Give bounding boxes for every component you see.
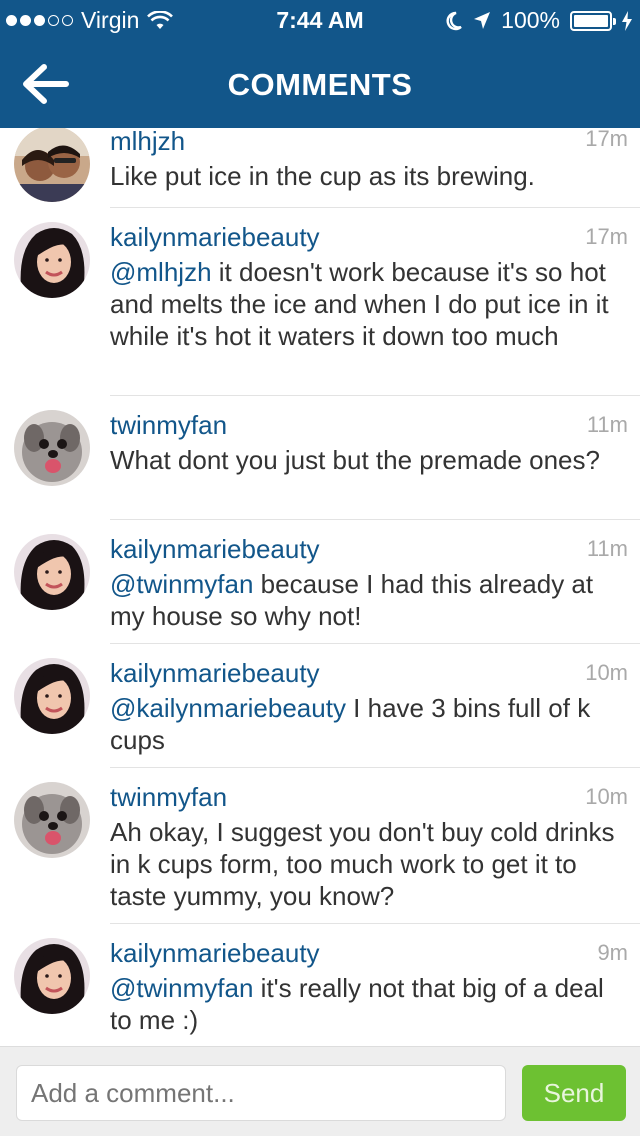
comment-mention[interactable]: @kailynmariebeauty [110,693,346,723]
avatar[interactable] [14,938,90,1014]
avatar-woman-photo-icon [14,222,90,298]
comment-text: Ah okay, I suggest you don't buy cold dr… [110,816,630,912]
comment-body: Ah okay, I suggest you don't buy cold dr… [110,817,615,911]
comment-username[interactable]: kailynmariebeauty [110,658,320,689]
navigation-bar: COMMENTS [0,40,640,128]
comment-username[interactable]: kailynmariebeauty [110,938,320,969]
avatar-couple-photo-icon [14,128,90,202]
comment-mention[interactable]: @twinmyfan [110,569,253,599]
comment-item: twinmyfan 10m Ah okay, I suggest you don… [0,768,640,924]
charging-bolt-icon [622,10,632,31]
battery-percent: 100% [501,7,560,33]
comment-time: 17m [585,128,628,151]
comment-body: What dont you just but the premade ones? [110,445,600,475]
avatar-woman-photo-icon [14,658,90,734]
comment-item: kailynmariebeauty 10m @kailynmariebeauty… [0,644,640,768]
avatar[interactable] [14,658,90,734]
comment-mention[interactable]: @mlhjzh [110,257,212,287]
avatar[interactable] [14,410,90,486]
page-title: COMMENTS [227,67,413,102]
status-bar: Virgin 7:44 AM 100% [0,0,640,40]
comment-time: 9m [597,940,628,965]
comment-body: Like put ice in the cup as its brewing. [110,161,535,191]
avatar-dog-photo-icon [14,410,90,486]
comment-text: @twinmyfan it's really not that big of a… [110,972,630,1036]
battery-icon [570,10,616,31]
comment-text: @twinmyfan because I had this already at… [110,568,630,632]
status-bar-right: 100% [445,7,632,34]
comment-text: @mlhjzh it doesn't work because it's so … [110,256,630,352]
comment-composer: Send [0,1046,640,1136]
avatar-dog-photo-icon [14,782,90,858]
comment-time: 10m [585,784,628,809]
avatar-woman-photo-icon [14,534,90,610]
comment-item: kailynmariebeauty 9m @twinmyfan it's rea… [0,924,640,1046]
comment-item: twinmyfan 11m What dont you just but the… [0,396,640,520]
avatar-woman-photo-icon [14,938,90,1014]
comment-text: What dont you just but the premade ones? [110,444,630,476]
comment-item: kailynmariebeauty 11m @twinmyfan because… [0,520,640,644]
send-button[interactable]: Send [522,1065,626,1121]
comment-username[interactable]: kailynmariebeauty [110,222,320,253]
comment-username[interactable]: twinmyfan [110,782,227,813]
comment-input[interactable] [16,1065,506,1121]
comment-username[interactable]: mlhjzh [110,128,185,157]
comment-text: @kailynmariebeauty I have 3 bins full of… [110,692,630,756]
comment-username[interactable]: kailynmariebeauty [110,534,320,565]
comment-time: 11m [586,536,628,561]
comment-username[interactable]: twinmyfan [110,410,227,441]
comment-item: mlhjzh 17m Like put ice in the cup as it… [0,128,640,208]
comment-time: 17m [585,224,628,249]
comment-mention[interactable]: @twinmyfan [110,973,253,1003]
avatar[interactable] [14,534,90,610]
comment-item: kailynmariebeauty 17m @mlhjzh it doesn't… [0,208,640,396]
comment-list[interactable]: mlhjzh 17m Like put ice in the cup as it… [0,128,640,1046]
avatar[interactable] [14,222,90,298]
location-arrow-icon [474,11,491,29]
moon-icon [446,11,462,30]
avatar[interactable] [14,128,90,202]
avatar[interactable] [14,782,90,858]
comment-text: Like put ice in the cup as its brewing. [110,160,630,192]
comment-time: 10m [585,660,628,685]
comment-time: 11m [586,412,628,437]
